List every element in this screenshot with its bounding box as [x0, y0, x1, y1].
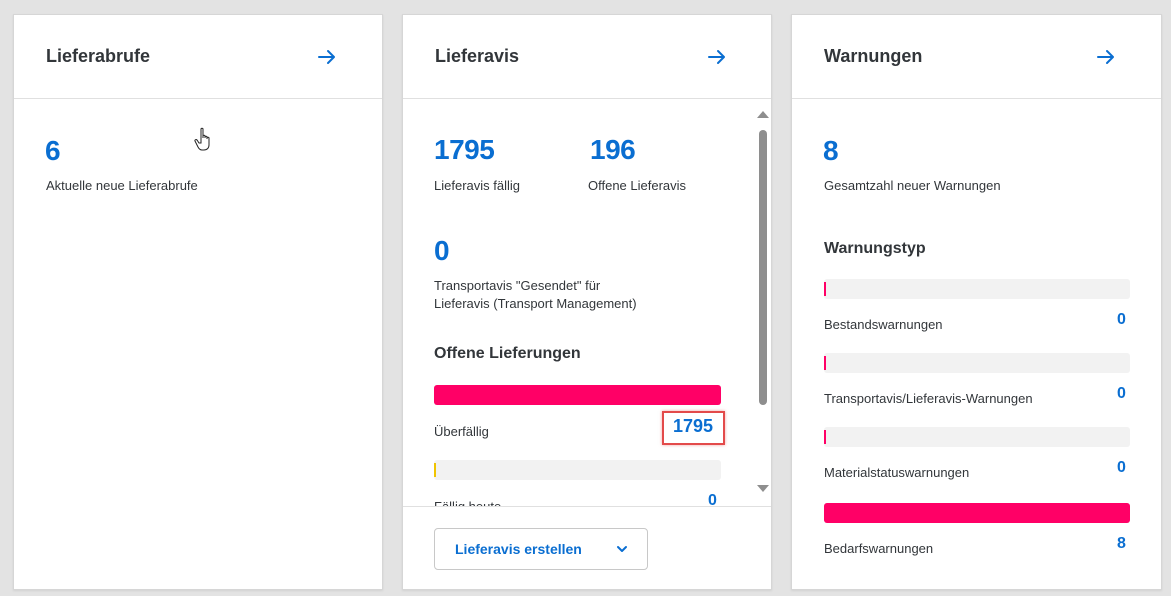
scrollbar-thumb[interactable]: [759, 130, 767, 405]
offene-lieferavis-value[interactable]: 196: [590, 134, 636, 166]
bestandswarnungen-bar[interactable]: [824, 279, 1130, 299]
arrow-right-icon[interactable]: [705, 45, 729, 69]
bedarfswarnungen-bar[interactable]: [824, 503, 1130, 523]
warnungen-count[interactable]: 8: [823, 135, 839, 167]
bar-marker: [824, 430, 826, 444]
ueberfaellig-bar[interactable]: [434, 385, 721, 405]
bestandswarnungen-value[interactable]: 0: [1117, 311, 1126, 329]
bedarfswarnungen-label: Bedarfswarnungen: [824, 541, 934, 556]
lieferavis-faellig-label: Lieferavis fällig: [434, 178, 520, 193]
bedarfswarnungen-value[interactable]: 8: [1117, 535, 1126, 553]
offene-lieferavis-label: Offene Lieferavis: [588, 178, 687, 193]
materialstatuswarnungen-value[interactable]: 0: [1117, 459, 1126, 477]
hand-pointer-icon: [194, 127, 210, 151]
arrow-right-icon[interactable]: [1094, 45, 1118, 69]
faellig-heute-bar-marker: [434, 463, 436, 477]
materialstatuswarnungen-label: Materialstatuswarnungen: [824, 465, 970, 480]
materialstatuswarnungen-bar[interactable]: [824, 427, 1130, 447]
card-title: Lieferavis: [435, 46, 520, 66]
arrow-right-icon[interactable]: [315, 45, 339, 69]
card-title: Lieferabrufe: [46, 46, 151, 66]
scroll-down-arrow-icon[interactable]: [757, 485, 769, 492]
card-header[interactable]: Lieferavis: [403, 15, 771, 99]
card-title: Warnungen: [824, 46, 923, 66]
bestandswarnungen-label: Bestandswarnungen: [824, 317, 943, 332]
warnungen-count-label: Gesamtzahl neuer Warnungen: [824, 178, 1001, 193]
transportavis-warnungen-label: Transportavis/Lieferavis-Warnungen: [824, 391, 1033, 406]
bar-fill: [824, 503, 1130, 523]
lieferabrufe-card: Lieferabrufe 6 Aktuelle neue Lieferabruf…: [13, 14, 383, 590]
warnungen-card: Warnungen 8 Gesamtzahl neuer Warnungen W…: [791, 14, 1162, 590]
bar-marker: [824, 282, 826, 296]
ueberfaellig-label: Überfällig: [434, 424, 489, 439]
transportavis-warnungen-value[interactable]: 0: [1117, 385, 1126, 403]
transportavis-label-line2: Lieferavis (Transport Management): [434, 296, 637, 311]
chevron-down-icon: [617, 546, 627, 552]
scroll-content: 1795 Lieferavis fällig 196 Offene Liefer…: [403, 100, 771, 520]
card-header[interactable]: Warnungen: [792, 15, 1161, 99]
bar-marker: [824, 356, 826, 370]
card-header[interactable]: Lieferabrufe: [14, 15, 382, 99]
create-lieferavis-button[interactable]: Lieferavis erstellen: [434, 528, 648, 570]
new-lieferabrufe-label: Aktuelle neue Lieferabrufe: [46, 178, 198, 193]
transportavis-warnungen-bar[interactable]: [824, 353, 1130, 373]
scroll-up-arrow-icon[interactable]: [757, 111, 769, 118]
lieferavis-card: Lieferavis 1795 Lieferavis fällig 196 Of…: [402, 14, 772, 590]
ueberfaellig-bar-fill: [434, 385, 721, 405]
offene-lieferungen-title: Offene Lieferungen: [434, 345, 581, 362]
ueberfaellig-value[interactable]: 1795: [673, 416, 713, 437]
warnungstyp-title: Warnungstyp: [824, 240, 926, 257]
lieferavis-faellig-value[interactable]: 1795: [434, 134, 495, 166]
new-lieferabrufe-count[interactable]: 6: [45, 135, 61, 167]
card-footer: Lieferavis erstellen: [403, 506, 771, 589]
transportavis-label-line1: Transportavis "Gesendet" für: [434, 278, 601, 293]
faellig-heute-bar[interactable]: [434, 460, 721, 480]
transportavis-value[interactable]: 0: [434, 235, 450, 267]
create-lieferavis-label: Lieferavis erstellen: [455, 541, 582, 557]
